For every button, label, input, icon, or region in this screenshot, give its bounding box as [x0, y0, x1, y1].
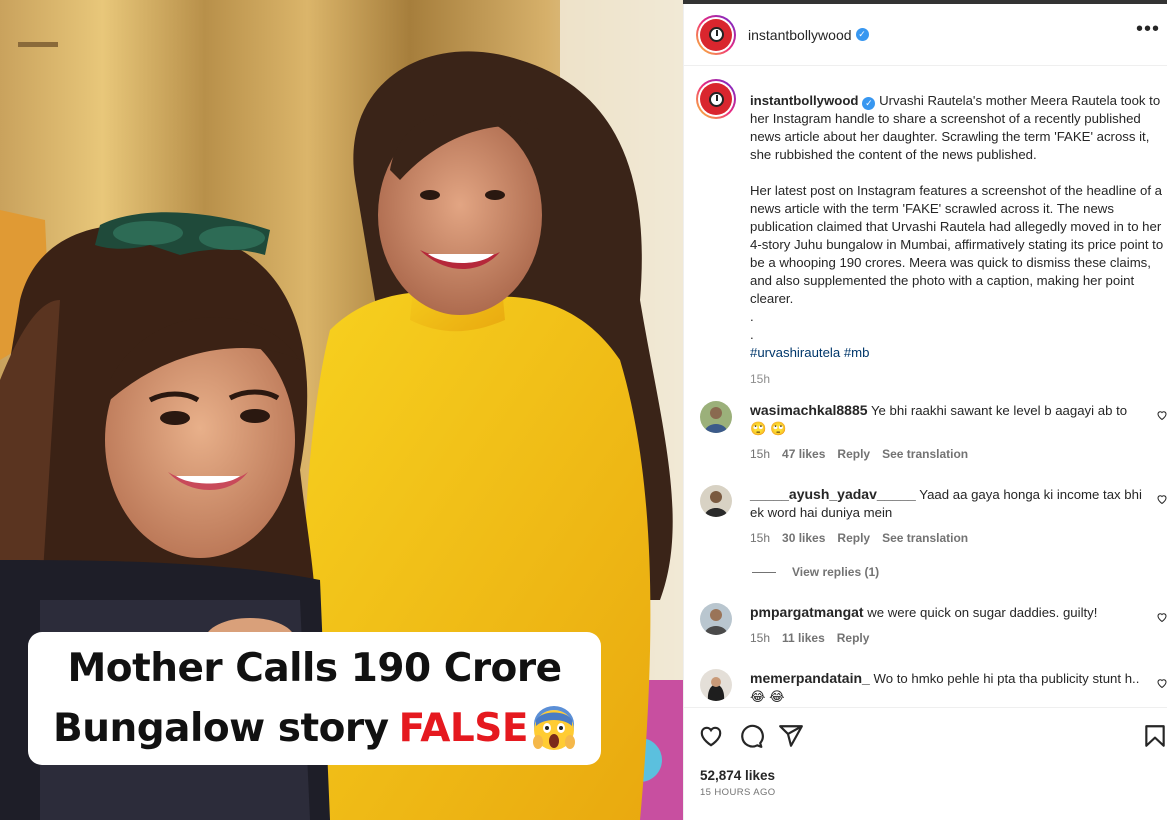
see-translation-link[interactable]: See translation — [882, 447, 968, 461]
comment-like-icon[interactable] — [1156, 611, 1167, 623]
comment-text: we were quick on sugar daddies. guilty! — [867, 605, 1098, 620]
comment-like-icon[interactable] — [1156, 493, 1167, 505]
comment-emoji: 🙄 🙄 — [750, 421, 787, 436]
post-timestamp[interactable]: 15 HOURS AGO — [700, 787, 776, 798]
header-avatar[interactable] — [696, 14, 736, 55]
hashtag-link[interactable]: #urvashirautela — [750, 345, 840, 360]
view-replies-button[interactable]: View replies (1) — [752, 565, 879, 579]
reply-button[interactable]: Reply — [837, 531, 870, 545]
comment-like-icon[interactable] — [1156, 677, 1167, 689]
see-translation-link[interactable]: See translation — [882, 531, 968, 545]
caption-verified-icon: ✓ — [862, 97, 876, 110]
view-replies-label: View replies (1) — [792, 565, 880, 579]
reply-button[interactable]: Reply — [837, 447, 870, 461]
verified-badge-icon: ✓ — [855, 28, 869, 41]
likes-count[interactable]: 52,874 likes — [700, 768, 775, 783]
comment-username[interactable]: wasimachkal8885 — [750, 402, 868, 418]
comment-username[interactable]: pmpargatmangat — [750, 604, 864, 620]
commenter-avatar[interactable] — [700, 401, 732, 433]
comment-body: _____ayush_yadav_____ Yaad aa gaya honga… — [750, 485, 1150, 522]
more-options-icon[interactable]: ••• — [1136, 19, 1160, 39]
comment-likes[interactable]: 47 likes — [782, 447, 825, 461]
comment-text: Ye bhi raakhi sawant ke level b aagayi a… — [870, 403, 1128, 418]
comment-time[interactable]: 15h — [750, 631, 770, 645]
comment-like-icon[interactable] — [1156, 409, 1167, 421]
action-bar: 52,874 likes 15 HOURS AGO — [684, 707, 1167, 820]
comment-text: Wo to hmko pehle hi pta tha publicity st… — [873, 671, 1140, 686]
comment-meta: 15h 47 likes Reply See translation — [750, 447, 968, 461]
caption-text: instantbollywood ✓ Urvashi Rautela's moth… — [750, 92, 1167, 388]
comment-icon[interactable] — [738, 723, 764, 749]
comment-body: memerpandatain_ Wo to hmko pehle hi pta … — [750, 669, 1150, 706]
comment-username[interactable]: _____ayush_yadav_____ — [750, 486, 916, 502]
comment-body: wasimachkal8885 Ye bhi raakhi sawant ke … — [750, 401, 1150, 438]
bookmark-icon[interactable] — [1142, 723, 1167, 749]
comment-time[interactable]: 15h — [750, 531, 770, 545]
caption-username[interactable]: instantbollywood — [750, 93, 858, 108]
image-caption-line2-wrap: Bungalow story FALSE — [53, 699, 576, 759]
share-icon[interactable] — [778, 723, 804, 749]
caption-avatar[interactable] — [696, 79, 736, 119]
comment-meta: 15h 30 likes Reply See translation — [750, 531, 968, 545]
post-header: instantbollywood ✓ ••• — [684, 4, 1167, 66]
caption-para2: Her latest post on Instagram features a … — [750, 183, 1164, 306]
image-caption-highlight: FALSE — [398, 705, 529, 751]
comment-likes[interactable]: 30 likes — [782, 531, 825, 545]
caption-time[interactable]: 15h — [750, 370, 1167, 388]
comment-likes[interactable]: 11 likes — [782, 631, 825, 645]
comment-body: pmpargatmangat we were quick on sugar da… — [750, 603, 1150, 622]
heart-icon[interactable] — [698, 723, 724, 749]
commenter-avatar[interactable] — [700, 603, 732, 635]
scream-emoji-icon — [533, 705, 575, 750]
comment-username[interactable]: memerpandatain_ — [750, 670, 870, 686]
reply-button[interactable]: Reply — [837, 631, 870, 645]
comment-time[interactable]: 15h — [750, 447, 770, 461]
commenter-avatar[interactable] — [700, 485, 732, 517]
replies-divider — [752, 571, 776, 573]
post-image[interactable]: Mother Calls 190 Crore Bungalow story FA… — [0, 0, 683, 820]
header-username[interactable]: instantbollywood — [748, 27, 852, 43]
comment-emoji: 😂 😂 — [750, 689, 785, 704]
comments-scroll-area[interactable]: instantbollywood ✓ Urvashi Rautela's moth… — [684, 67, 1167, 707]
commenter-avatar[interactable] — [700, 669, 732, 701]
image-caption-line1: Mother Calls 190 Crore — [67, 645, 562, 691]
hashtag-link[interactable]: #mb — [844, 345, 870, 360]
caption-dot1: . — [750, 309, 754, 324]
image-caption-line2: Bungalow story — [52, 705, 389, 751]
image-caption-card: Mother Calls 190 Crore Bungalow story FA… — [28, 632, 601, 765]
post-details-panel: instantbollywood ✓ ••• instantbollywood ✓… — [683, 4, 1167, 820]
comment-meta: 15h 11 likes Reply — [750, 631, 869, 645]
caption-dot2: . — [750, 327, 754, 342]
